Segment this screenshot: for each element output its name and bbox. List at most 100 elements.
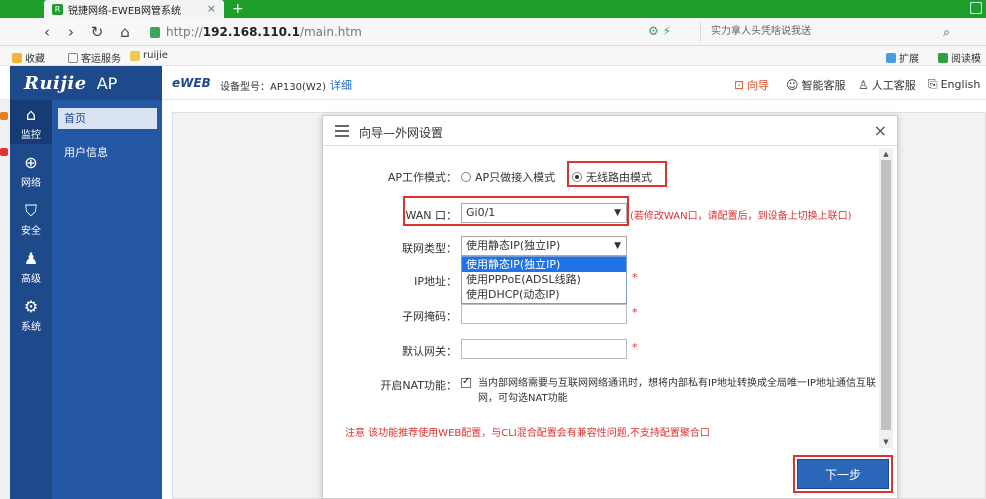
dialog-scrollbar[interactable]: ▲ ▼ [879, 148, 893, 448]
reload-icon[interactable]: ↻ [88, 23, 106, 41]
search-placeholder: 实力拿人头凭啥说我送 [711, 26, 811, 37]
conn-type-label: 联网类型： [402, 242, 457, 255]
dialog-header: 向导—外网设置 × [323, 116, 897, 146]
gear-icon: ⚙ [23, 297, 39, 316]
address-bar[interactable]: http:// 192.168.110.1 /main.htm [150, 22, 690, 42]
eweb-logo: eWEB [172, 76, 211, 90]
speed-mode-icon[interactable]: ⚙ ⚡ [648, 24, 671, 38]
ip-required-mark: * [632, 271, 638, 284]
conn-option-pppoe[interactable]: 使用PPPoE(ADSL线路) [462, 272, 626, 287]
conn-option-dhcp[interactable]: 使用DHCP(动态IP) [462, 287, 626, 302]
home-icon: ⌂ [25, 105, 37, 124]
search-icon[interactable]: ⌕ [943, 22, 950, 42]
wizard-dialog: 向导—外网设置 × ▲ ▼ AP工作模式： AP只做接入模式 无线路由模式 WA… [322, 115, 898, 499]
back-icon[interactable]: ‹ [38, 23, 56, 41]
sidebar-item-system[interactable]: ⚙ 系统 [10, 297, 52, 334]
language-icon: ⎘ [928, 77, 938, 91]
ruijie-favicon-icon: R [52, 3, 63, 15]
url-protocol: http:// [166, 25, 203, 39]
sidebar-item-security[interactable]: ⛉ 安全 [10, 201, 52, 238]
ap-mode-access-option[interactable]: AP只做接入模式 [461, 169, 555, 185]
chevron-down-icon: ▼ [614, 241, 621, 251]
gateway-label: 默认网关： [402, 345, 457, 358]
guide-icon: ⊡ [734, 78, 745, 92]
url-host: 192.168.110.1 [202, 25, 300, 39]
gateway-required-mark: * [632, 341, 638, 354]
bookmark-service[interactable]: 客运服务 [68, 50, 121, 65]
chevron-down-icon: ▼ [614, 208, 621, 218]
ap-mode-label: AP工作模式： [387, 171, 457, 184]
shield-icon: ⛉ [24, 201, 37, 220]
tab-title: 锐捷网络-EWEB网管系统 [68, 5, 181, 17]
notice-text: 注意 该功能推荐使用WEB配置，与CLI混合配置会有兼容性问题,不支持配置聚合口 [345, 428, 710, 439]
forward-icon[interactable]: › [62, 23, 80, 41]
mask-label: 子网掩码： [402, 310, 457, 323]
nat-checkbox[interactable] [461, 376, 471, 388]
language-link[interactable]: ⎘ English [928, 77, 980, 92]
sidebar-item-advanced[interactable]: ♟ 高级 [10, 249, 52, 286]
app-header: Ruijie AP eWEB 设备型号：AP130(W2) 详细 ⊡ 向导 ☺ 智能… [0, 66, 986, 100]
ruijie-logo: Ruijie AP [10, 66, 162, 100]
reading-mode-button[interactable]: 阅读模 [938, 50, 981, 65]
conn-type-dropdown[interactable]: 使用静态IP(独立IP) 使用PPPoE(ADSL线路) 使用DHCP(动态IP… [461, 256, 627, 304]
browser-tab[interactable]: R 锐捷网络-EWEB网管系统 × [44, 0, 224, 18]
window-menu-icon[interactable] [970, 2, 982, 14]
menu-icon [335, 125, 349, 137]
reader-icon [938, 52, 948, 63]
subnav-item-home[interactable]: 首页 [58, 108, 157, 129]
smart-service-icon: ☺ [786, 78, 799, 92]
sidebar-item-network[interactable]: ⊕ 网络 [10, 153, 52, 190]
sidebar-item-monitor[interactable]: ⌂ 监控 [10, 100, 52, 144]
bookmark-ruijie[interactable]: ruijie [130, 50, 168, 61]
ap-mode-router-option[interactable]: 无线路由模式 [572, 169, 652, 185]
bookmark-favorites[interactable]: 收藏 [12, 50, 45, 65]
detail-link[interactable]: 详细 [330, 77, 352, 93]
page-icon [68, 52, 78, 63]
guide-link[interactable]: ⊡ 向导 [734, 77, 769, 93]
nat-description: 当内部网络需要与互联网网络通讯时，想将内部私有IP地址转换成全局唯一IP地址通信… [478, 378, 876, 404]
next-button[interactable]: 下一步 [797, 459, 889, 489]
close-icon[interactable]: × [874, 121, 887, 140]
mask-required-mark: * [632, 306, 638, 319]
browser-nav-bar: ‹ › ↻ ⌂ http:// 192.168.110.1 /main.htm … [0, 18, 986, 46]
scroll-thumb[interactable] [881, 160, 891, 430]
alert-badge-icon [0, 148, 8, 156]
subnav-item-user-info[interactable]: 用户信息 [58, 142, 157, 163]
human-service-link[interactable]: ♙ 人工客服 [858, 77, 916, 93]
url-path: /main.htm [299, 25, 362, 39]
radio-router-mode[interactable] [572, 172, 582, 182]
star-icon [12, 52, 22, 63]
sub-navigation: 首页 用户信息 [52, 100, 162, 499]
device-model: 设备型号：AP130(W2) [220, 82, 327, 93]
conn-option-static[interactable]: 使用静态IP(独立IP) [462, 257, 626, 272]
extension-icon [886, 52, 896, 63]
notification-badge-icon [0, 112, 8, 120]
ip-label: IP地址： [414, 275, 457, 288]
search-input[interactable]: 实力拿人头凭啥说我送 ⌕ [700, 22, 980, 42]
person-icon: ♙ [858, 78, 869, 92]
tab-close-icon[interactable]: × [207, 2, 216, 15]
left-edge-strip [0, 100, 10, 499]
radio-ap-access[interactable] [461, 172, 471, 182]
site-security-icon [150, 26, 160, 38]
wan-select[interactable]: Gi0/1 ▼ [461, 203, 627, 223]
folder-icon [130, 50, 140, 61]
nat-label: 开启NAT功能： [380, 379, 457, 392]
mask-input[interactable] [461, 304, 627, 324]
conn-type-select[interactable]: 使用静态IP(独立IP) ▼ [461, 236, 627, 256]
smart-service-link[interactable]: ☺ 智能客服 [786, 77, 846, 93]
main-sidebar: ⌂ 监控 ⊕ 网络 ⛉ 安全 ♟ 高级 ⚙ 系统 [10, 100, 52, 499]
browser-tab-bar: R 锐捷网络-EWEB网管系统 × + [0, 0, 986, 18]
extensions-button[interactable]: 扩展 [886, 50, 919, 65]
gateway-input[interactable] [461, 339, 627, 359]
dialog-title: 向导—外网设置 [359, 126, 444, 140]
scroll-down-icon[interactable]: ▼ [879, 436, 893, 448]
home-nav-icon[interactable]: ⌂ [116, 23, 134, 41]
wan-hint: (若修改WAN口，请配置后，到设备上切换上联口) [630, 211, 852, 222]
scroll-up-icon[interactable]: ▲ [879, 148, 893, 160]
bookmark-bar: 收藏 客运服务 ruijie 扩展 阅读模 [0, 46, 986, 66]
new-tab-button[interactable]: + [232, 0, 246, 18]
wan-label: WAN 口： [405, 209, 457, 222]
globe-icon: ⊕ [24, 153, 38, 172]
users-icon: ♟ [23, 249, 39, 268]
